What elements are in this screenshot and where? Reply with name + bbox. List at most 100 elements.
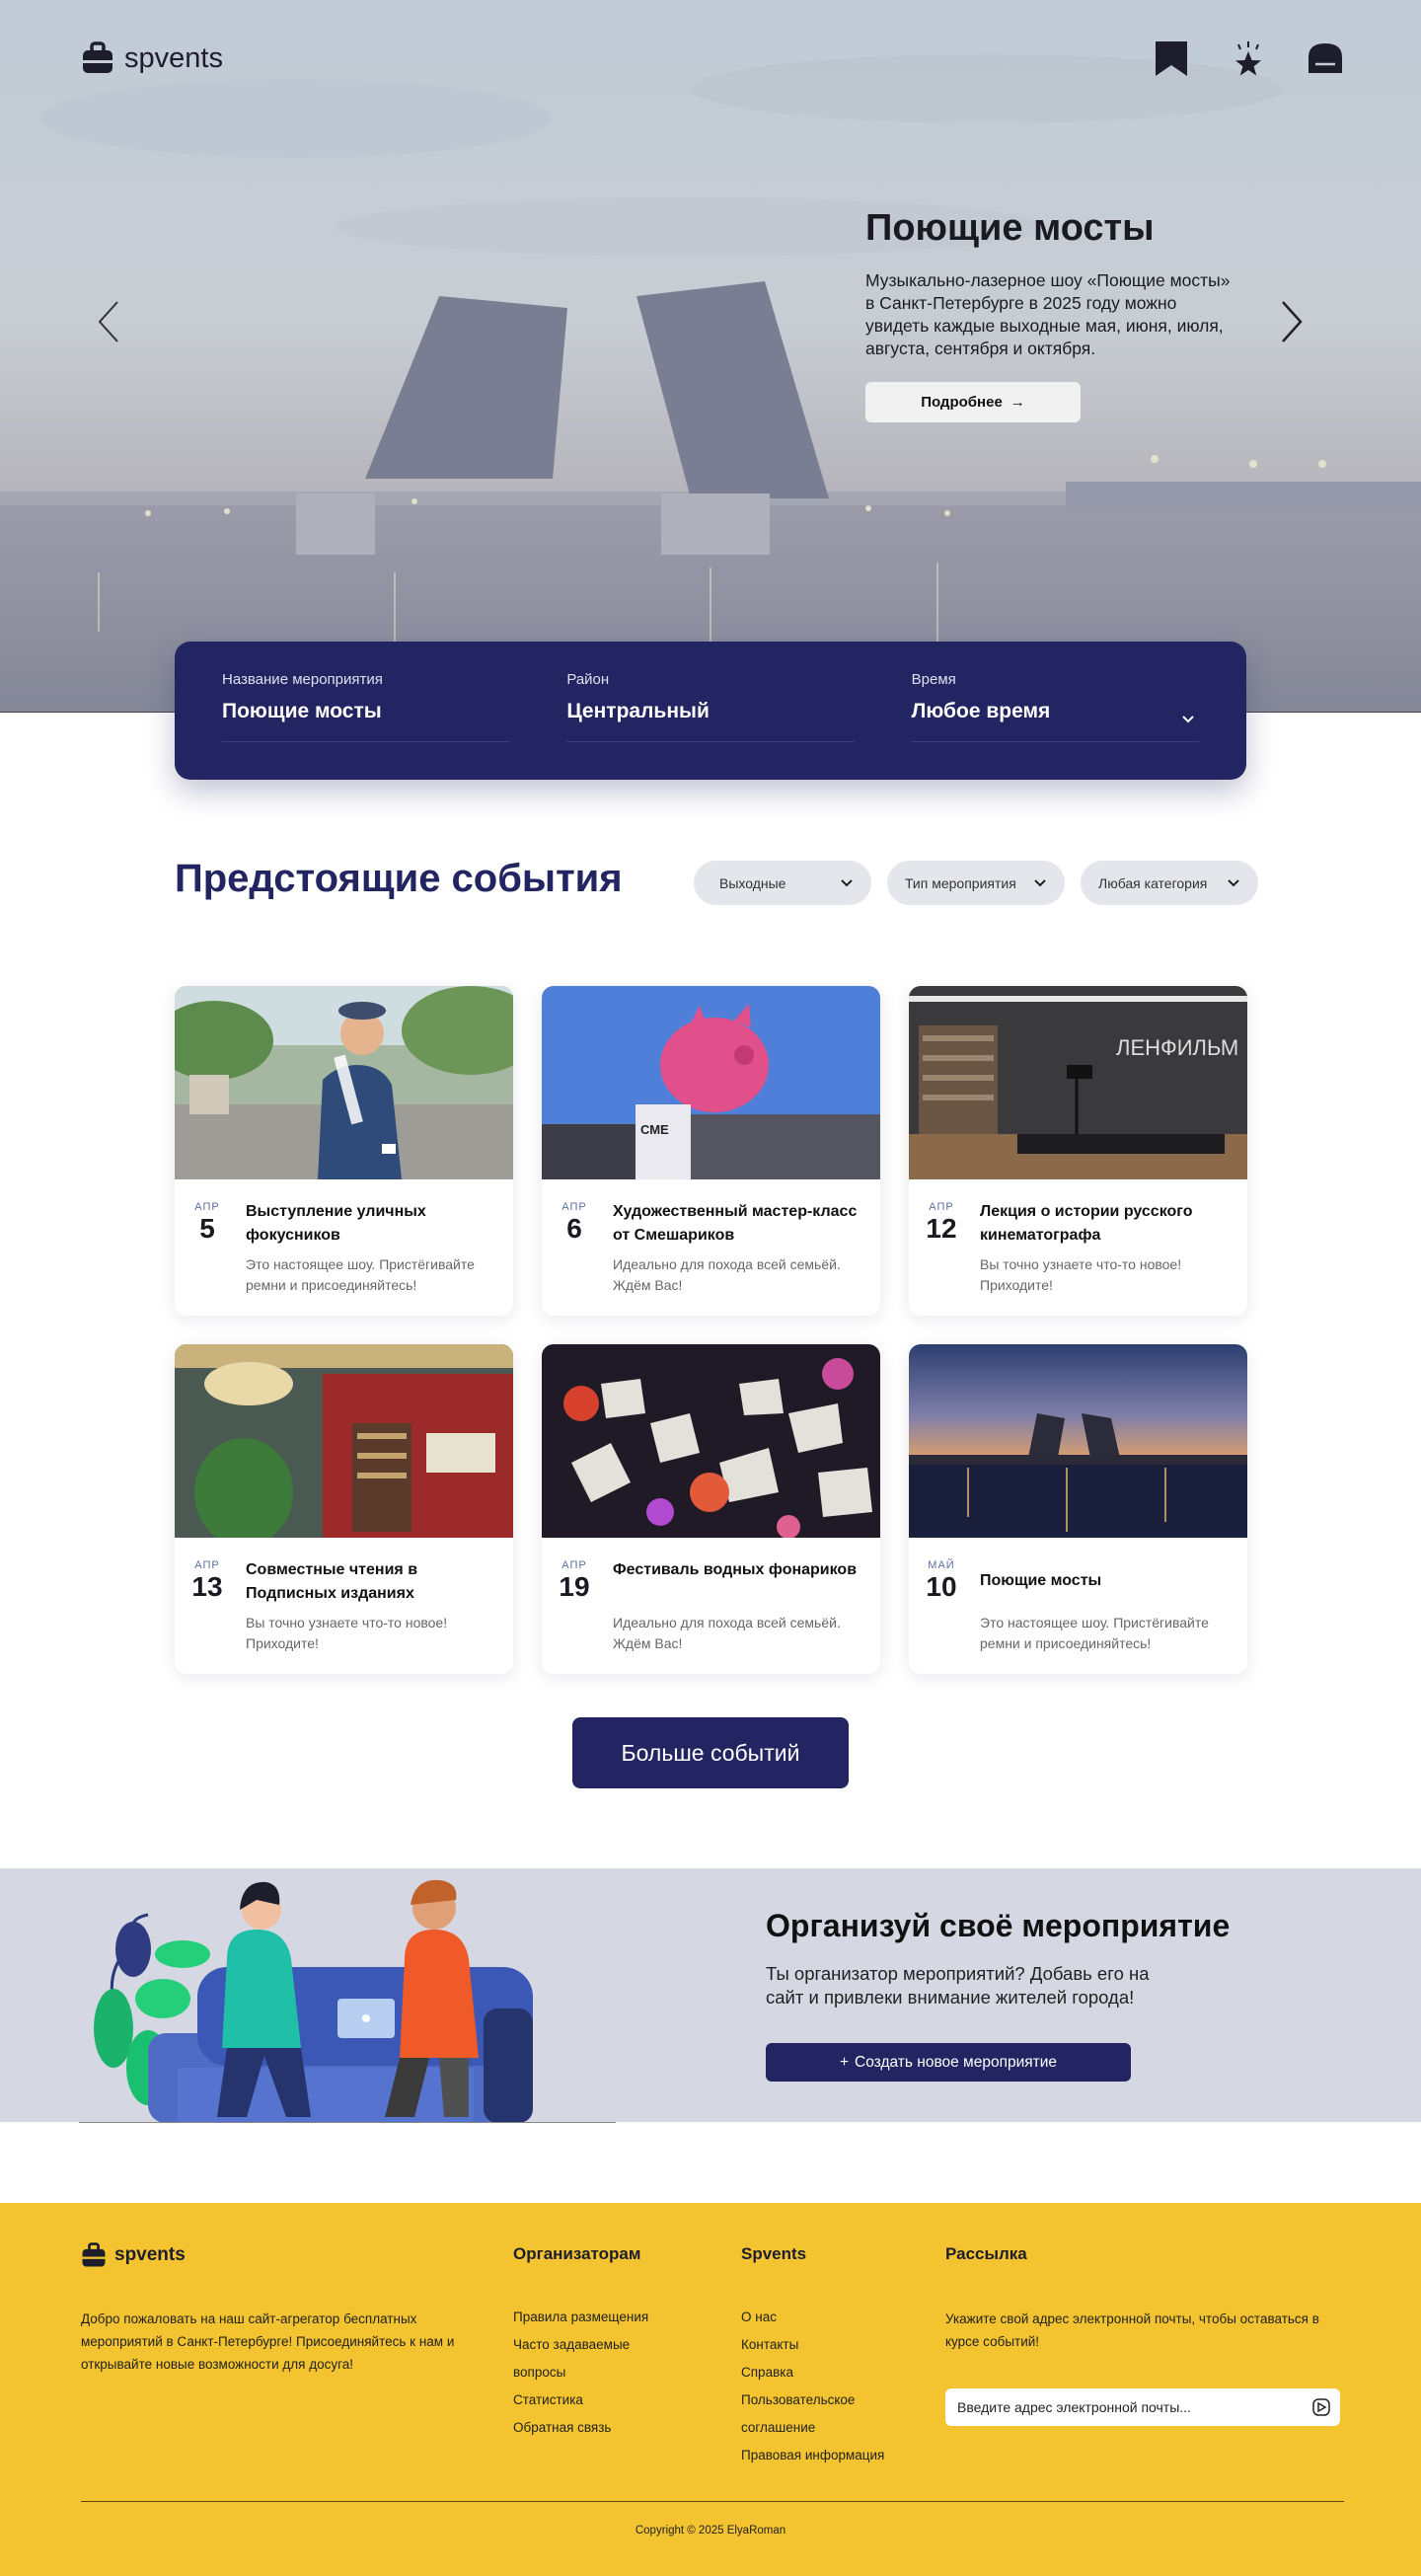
event-image: СМЕ bbox=[542, 986, 880, 1179]
chevron-down-icon bbox=[1034, 878, 1046, 886]
event-month: АПР bbox=[194, 1201, 220, 1213]
footer-spvents-column: Spvents О нас Контакты Справка Пользоват… bbox=[741, 2244, 889, 2469]
footer-newsletter-column: Рассылка bbox=[945, 2244, 1027, 2304]
hero-title: Поющие мосты bbox=[865, 207, 1155, 249]
send-icon[interactable] bbox=[1312, 2398, 1330, 2416]
bookmark-icon[interactable] bbox=[1153, 39, 1190, 77]
event-day: 19 bbox=[559, 1571, 590, 1602]
filter-label: Тип мероприятия bbox=[905, 874, 1016, 891]
hero-content: Поющие мосты Музыкально-лазерное шоу «По… bbox=[865, 207, 1240, 422]
event-title[interactable]: Поющие мосты bbox=[980, 1569, 1232, 1593]
create-event-button-label: Создать новое мероприятие bbox=[855, 2053, 1058, 2071]
event-image bbox=[542, 1344, 880, 1538]
filter-label: Любая категория bbox=[1098, 874, 1208, 891]
event-description: Это настоящее шоу. Пристёгивайте ремни и… bbox=[246, 1256, 475, 1293]
event-month: МАЙ bbox=[928, 1559, 955, 1571]
footer-logo-text: spvents bbox=[114, 2244, 186, 2265]
footer-link[interactable]: Пользовательское соглашение bbox=[741, 2387, 889, 2442]
illustration-baseline bbox=[79, 2122, 616, 2123]
event-card[interactable]: СМЕ АПР 6 Художественный мастер-класс от… bbox=[542, 986, 880, 1316]
event-month: АПР bbox=[561, 1201, 587, 1213]
footer-link[interactable]: Обратная связь bbox=[513, 2414, 661, 2442]
event-card[interactable]: АПР 13 Совместные чтения в Подписных изд… bbox=[175, 1344, 513, 1674]
event-day: 13 bbox=[191, 1571, 223, 1602]
footer-divider bbox=[81, 2501, 1344, 2502]
create-event-button[interactable]: + Создать новое мероприятие bbox=[766, 2043, 1131, 2082]
filter-weekend[interactable]: Выходные bbox=[694, 861, 871, 905]
chevron-down-icon bbox=[841, 878, 853, 886]
footer-link[interactable]: Справка bbox=[741, 2359, 889, 2387]
event-day: 5 bbox=[199, 1213, 215, 1244]
lenfilm-sign-text: ЛЕНФИЛЬМ bbox=[1116, 1035, 1238, 1060]
event-card[interactable]: АПР 19 Фестиваль водных фонариков Идеаль… bbox=[542, 1344, 880, 1674]
event-description: Это настоящее шоу. Пристёгивайте ремни и… bbox=[980, 1615, 1209, 1651]
carousel-next-arrow[interactable] bbox=[1275, 298, 1309, 345]
more-events-button[interactable]: Больше событий bbox=[572, 1717, 849, 1788]
star-icon[interactable] bbox=[1230, 39, 1267, 77]
home-icon[interactable] bbox=[1307, 39, 1344, 77]
event-day: 10 bbox=[926, 1571, 957, 1602]
event-day: 12 bbox=[926, 1213, 957, 1244]
page: spvents Поющие мосты Музыкально-лазерное… bbox=[0, 0, 1421, 2576]
event-description: Идеально для похода всей семьёй. Ждём Ва… bbox=[613, 1615, 841, 1651]
event-description: Вы точно узнаете что-то новое! Приходите… bbox=[246, 1615, 448, 1651]
event-card[interactable]: МАЙ 10 Поющие мосты Это настоящее шоу. П… bbox=[909, 1344, 1247, 1674]
footer-column-title: Организаторам bbox=[513, 2244, 641, 2263]
logo[interactable]: spvents bbox=[81, 41, 223, 75]
header-icons bbox=[1153, 39, 1344, 77]
copyright-text: Copyright © 2025 ElyaRoman bbox=[635, 2525, 786, 2537]
event-date: АПР 5 bbox=[187, 1201, 228, 1245]
footer-link[interactable]: О нас bbox=[741, 2304, 889, 2331]
footer-column-title: Spvents bbox=[741, 2244, 807, 2263]
event-name-field[interactable]: Название мероприятия Поющие мосты bbox=[222, 671, 510, 742]
filter-category[interactable]: Любая категория bbox=[1081, 861, 1258, 905]
event-date: АПР 12 bbox=[921, 1201, 962, 1245]
footer-about-text: Добро пожаловать на наш сайт-агрегатор б… bbox=[81, 2311, 455, 2372]
footer-link[interactable]: Правовая информация bbox=[741, 2442, 889, 2469]
time-value[interactable]: Любое время bbox=[912, 700, 1199, 723]
district-field[interactable]: Район Центральный bbox=[566, 671, 855, 742]
footer-logo[interactable]: spvents bbox=[81, 2242, 186, 2268]
people-on-sofa-illustration bbox=[94, 1879, 533, 2123]
carousel-prev-arrow[interactable] bbox=[92, 298, 125, 345]
newsletter-description: Укажите свой адрес электронной почты, чт… bbox=[945, 2311, 1319, 2349]
event-day: 6 bbox=[566, 1213, 582, 1244]
event-card[interactable]: ЛЕНФИЛЬМ АПР 12 Лекция о истории русског… bbox=[909, 986, 1247, 1316]
event-description: Идеально для похода всей семьёй. Ждём Ва… bbox=[613, 1256, 841, 1293]
newsletter-form bbox=[945, 2388, 1340, 2426]
time-select[interactable]: Время Любое время bbox=[911, 671, 1199, 742]
event-image bbox=[909, 1344, 1247, 1538]
smeshariki-sign-text: СМЕ bbox=[640, 1122, 669, 1137]
event-title[interactable]: Совместные чтения в Подписных изданиях bbox=[246, 1558, 497, 1606]
event-image bbox=[175, 986, 513, 1179]
event-image bbox=[175, 1344, 513, 1538]
plus-icon: + bbox=[839, 2053, 850, 2071]
footer-link[interactable]: Контакты bbox=[741, 2331, 889, 2359]
event-title[interactable]: Выступление уличных фокусников bbox=[246, 1200, 497, 1248]
district-value[interactable]: Центральный bbox=[566, 700, 854, 723]
event-card[interactable]: АПР 5 Выступление уличных фокусников Это… bbox=[175, 986, 513, 1316]
upcoming-events-title: Предстоящие события bbox=[175, 857, 623, 900]
event-date: АПР 13 bbox=[187, 1559, 228, 1603]
event-name-value[interactable]: Поющие мосты bbox=[222, 700, 509, 723]
details-button[interactable]: Подробнее → bbox=[865, 382, 1081, 422]
search-panel: Название мероприятия Поющие мосты Район … bbox=[175, 642, 1246, 780]
footer: spvents Добро пожаловать на наш сайт-агр… bbox=[0, 2203, 1421, 2576]
event-title[interactable]: Художественный мастер-класс от Смешарико… bbox=[613, 1200, 864, 1248]
email-input[interactable] bbox=[957, 2399, 1293, 2415]
chevron-down-icon bbox=[1228, 878, 1239, 886]
event-month: АПР bbox=[561, 1559, 587, 1571]
event-date: АПР 6 bbox=[554, 1201, 595, 1245]
organize-title: Организуй своё мероприятие bbox=[766, 1908, 1231, 1943]
event-title[interactable]: Лекция о истории русского кинематографа bbox=[980, 1200, 1232, 1248]
footer-organizers-column: Организаторам Правила размещения Часто з… bbox=[513, 2244, 661, 2442]
footer-link[interactable]: Часто задаваемые вопросы bbox=[513, 2331, 661, 2387]
filter-label: Выходные bbox=[719, 874, 786, 891]
footer-link[interactable]: Правила размещения bbox=[513, 2304, 661, 2331]
event-title[interactable]: Фестиваль водных фонариков bbox=[613, 1558, 864, 1582]
filter-event-type[interactable]: Тип мероприятия bbox=[887, 861, 1065, 905]
district-label: Район bbox=[566, 671, 610, 688]
footer-link[interactable]: Статистика bbox=[513, 2387, 661, 2414]
hero-description: Музыкально-лазерное шоу «Поющие мосты» в… bbox=[865, 270, 1231, 358]
hero-banner: spvents Поющие мосты Музыкально-лазерное… bbox=[0, 0, 1421, 713]
